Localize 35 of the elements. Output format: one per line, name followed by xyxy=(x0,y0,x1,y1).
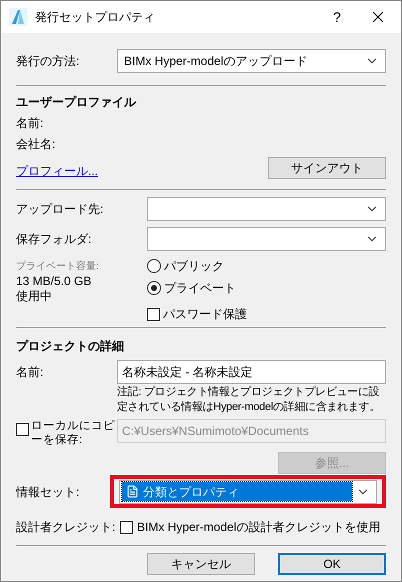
field-label: 会社名: xyxy=(16,136,56,152)
radio-option[interactable]: プライベート xyxy=(147,281,247,295)
note-text: 注記: プロジェクト情報とプロジェクトプレビューに設定されている情報はHyper-modelの詳細に含まれます。 xyxy=(117,385,381,415)
storage-label: プライベート容量: xyxy=(16,260,100,274)
password-option[interactable]: パスワード保護 xyxy=(147,307,247,321)
combo-value: BIMx Hyper-modelのアップロード xyxy=(124,53,308,70)
info-set-dropdown[interactable]: 分類とプロパティ xyxy=(119,480,377,504)
dialog-button[interactable]: キャンセル xyxy=(147,553,255,575)
radio-button[interactable] xyxy=(147,259,161,273)
field-label: 保存フォルダ: xyxy=(16,231,92,248)
app-logo-icon xyxy=(9,8,27,26)
field-label: 名前: xyxy=(16,364,44,381)
sign-out-button[interactable]: サインアウト xyxy=(268,157,386,179)
window-title: 発行セットプロパティ xyxy=(35,9,156,26)
storage-usage-text: 使用中 xyxy=(16,289,53,304)
section-heading: プロジェクトの詳細 xyxy=(16,338,125,355)
checkbox[interactable] xyxy=(147,308,160,320)
storage-usage-text: 13 MB/5.0 GB xyxy=(16,274,92,289)
radio-button[interactable] xyxy=(147,281,161,295)
help-button[interactable]: ? xyxy=(319,1,355,33)
credit-option[interactable]: BIMx Hyper-modelの設計者クレジットを使用 xyxy=(120,518,380,536)
checkbox[interactable] xyxy=(120,520,133,534)
combo-value: 分類とプロパティ xyxy=(143,484,239,500)
radio-option[interactable]: パブリック xyxy=(147,259,247,273)
method-dropdown[interactable]: BIMx Hyper-modelのアップロード xyxy=(117,49,386,73)
field-label: 情報セット: xyxy=(16,484,80,500)
dialog-button[interactable]: OK xyxy=(278,553,386,575)
document-icon xyxy=(126,485,139,498)
field-label: 名前: xyxy=(16,114,44,132)
field-label: アップロード先: xyxy=(16,201,104,218)
project-name-field[interactable]: 名称未設定 - 名称未設定 xyxy=(117,360,386,384)
profile-link[interactable]: プロフィール... xyxy=(16,162,98,180)
field-label: 発行の方法: xyxy=(16,53,80,70)
section-heading: ユーザープロファイル xyxy=(16,94,138,111)
field-label: 設計者クレジット: xyxy=(16,519,116,536)
